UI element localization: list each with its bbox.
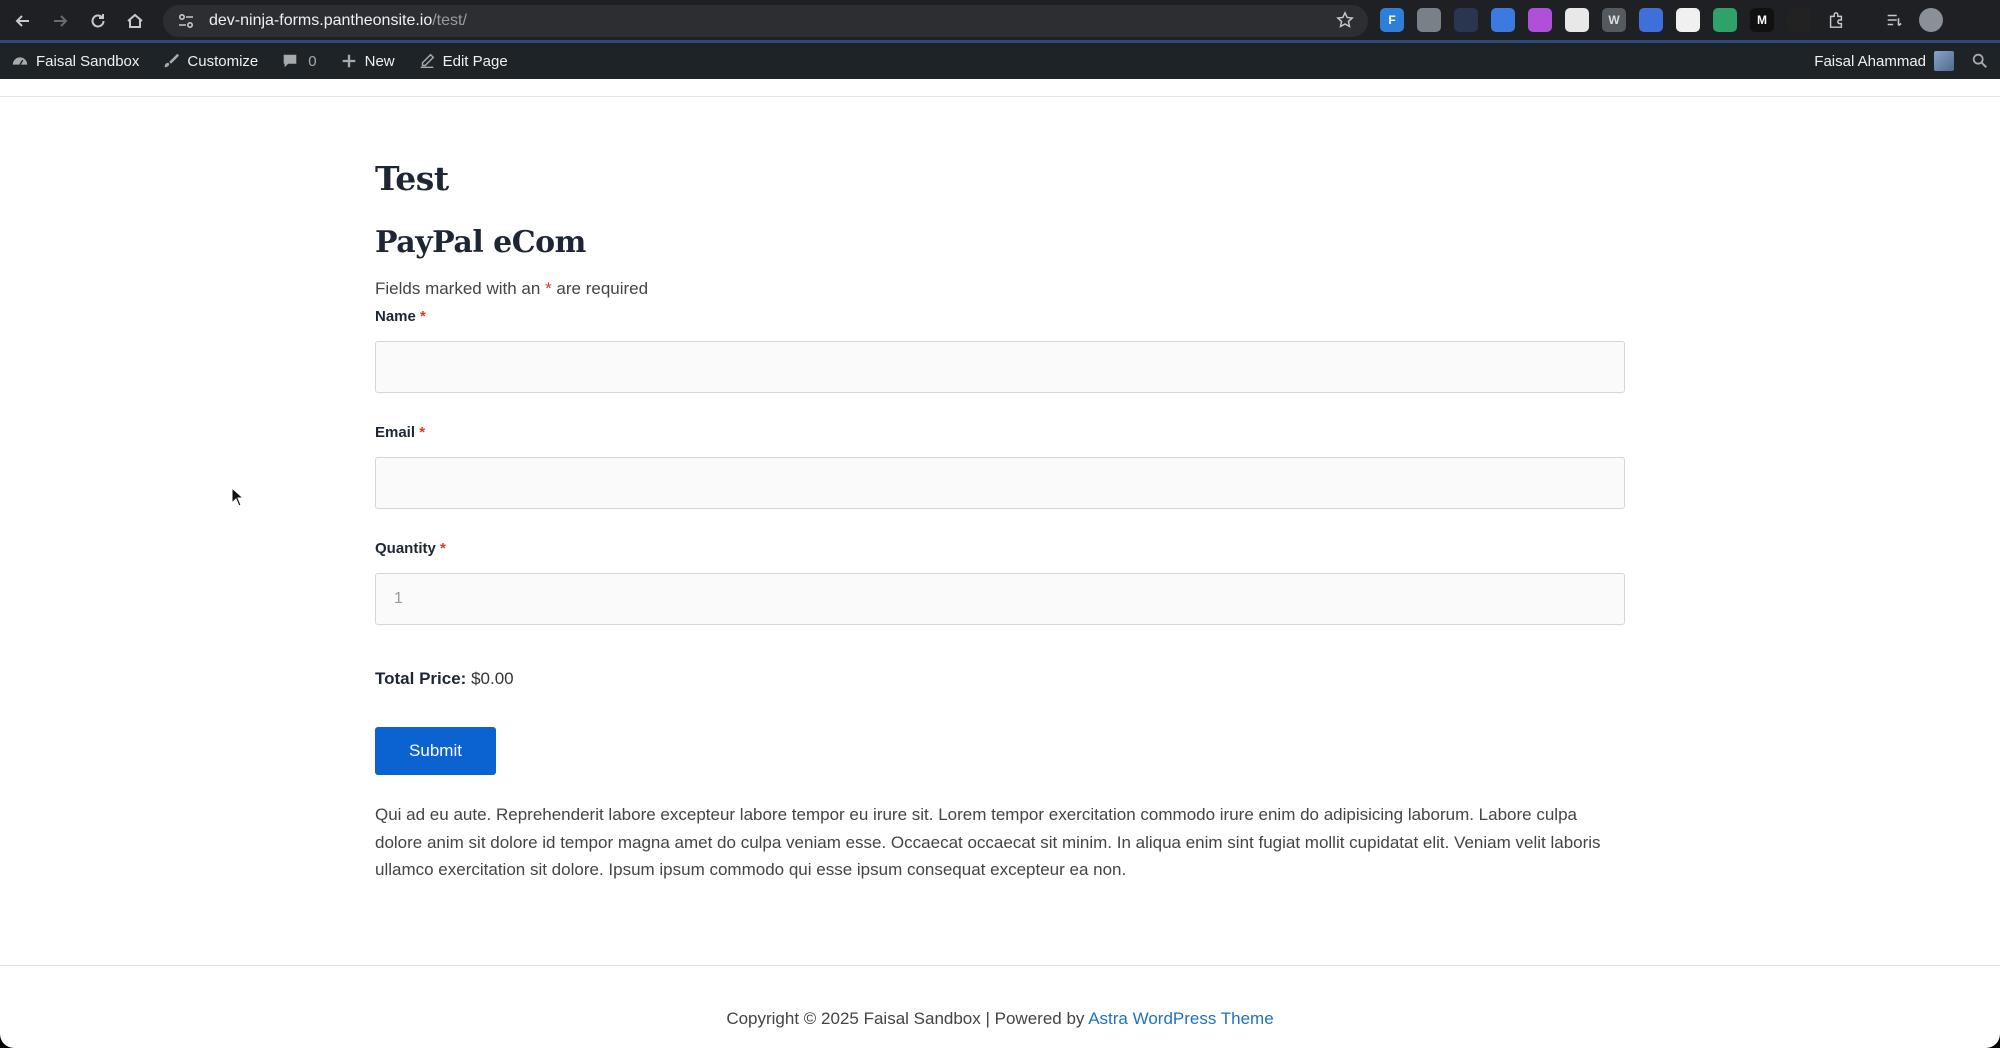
plus-icon	[339, 51, 359, 71]
mouse-cursor-icon	[231, 487, 245, 507]
purple-ext-icon[interactable]	[1528, 8, 1552, 32]
home-button[interactable]	[116, 2, 154, 40]
admin-bar-secondary: Faisal Ahammad	[1806, 43, 2000, 79]
arrow-right-icon	[54, 15, 68, 27]
password-ext-icon[interactable]	[1676, 8, 1700, 32]
quantity-label-text: Quantity	[375, 540, 436, 557]
admin-bar-customize[interactable]: Customize	[153, 43, 266, 79]
wp-admin-bar: Faisal Sandbox Customize 0 New Edit Page…	[0, 43, 2000, 79]
name-label-text: Name	[375, 308, 416, 325]
edit-page-label: Edit Page	[442, 52, 508, 70]
quantity-label: Quantity *	[375, 540, 446, 557]
back-button[interactable]	[4, 2, 42, 40]
email-field-group: Email *	[375, 424, 1625, 509]
bookmark-star-icon[interactable]	[1336, 11, 1354, 34]
address-bar[interactable]: dev-ninja-forms.pantheonsite.io/test/	[163, 5, 1368, 37]
header-divider	[0, 96, 2000, 97]
submit-button[interactable]: Submit	[375, 727, 496, 775]
user-name-label: Faisal Ahammad	[1814, 52, 1926, 70]
new-label: New	[364, 52, 395, 70]
comments-count: 0	[308, 52, 317, 70]
arrow-left-icon	[15, 15, 29, 27]
reload-icon	[91, 14, 105, 28]
site-name-label: Faisal Sandbox	[36, 52, 140, 70]
quantity-input[interactable]	[375, 573, 1625, 625]
total-price: Total Price: $0.00	[375, 669, 975, 689]
admin-bar-edit-page[interactable]: Edit Page	[409, 43, 516, 79]
name-required-star: *	[420, 308, 426, 325]
forward-button[interactable]	[41, 2, 79, 40]
total-price-label: Total Price:	[375, 669, 467, 688]
pencil-icon	[417, 51, 437, 71]
shield-ext-icon[interactable]	[1417, 8, 1441, 32]
total-price-value: $0.00	[471, 669, 514, 688]
comment-bubble-icon	[280, 51, 300, 71]
ninja-forms-ext-icon[interactable]: F	[1380, 8, 1404, 32]
user-avatar	[1934, 51, 1954, 71]
profile-avatar-icon[interactable]	[1919, 8, 1943, 32]
name-label: Name *	[375, 308, 426, 325]
site-settings-icon[interactable]	[175, 10, 197, 32]
dark-ext-icon[interactable]	[1787, 8, 1811, 32]
footer-copyright: Copyright © 2025 Faisal Sandbox | Powere…	[726, 1009, 1089, 1028]
site-footer: Copyright © 2025 Faisal Sandbox | Powere…	[0, 1009, 2000, 1029]
admin-bar-site-name[interactable]: Faisal Sandbox	[0, 43, 147, 79]
email-required-star: *	[419, 424, 426, 441]
translate-ext-icon[interactable]	[1639, 8, 1663, 32]
browser-toolbar: dev-ninja-forms.pantheonsite.io/test/ F W…	[0, 0, 2000, 42]
email-label-text: Email	[375, 424, 416, 441]
url-path: /test/	[432, 12, 467, 29]
admin-bar-search[interactable]	[1962, 43, 2000, 79]
name-field-group: Name *	[375, 308, 1625, 393]
footer-theme-link[interactable]: Astra WordPress Theme	[1088, 1009, 1274, 1028]
footer-divider	[0, 965, 2000, 966]
notes-ext-icon[interactable]	[1565, 8, 1589, 32]
screen-ext-icon[interactable]	[1713, 8, 1737, 32]
m-ext-icon[interactable]: M	[1750, 8, 1774, 32]
required-note-text-before: Fields marked with an	[375, 279, 546, 298]
quantity-field-group: Quantity *	[375, 540, 1625, 625]
puzzle-ext-icon[interactable]	[1824, 8, 1848, 32]
paintbrush-icon	[161, 51, 181, 71]
required-star: *	[545, 279, 552, 298]
required-fields-note: Fields marked with an * are required	[375, 279, 1625, 299]
admin-bar-comments[interactable]: 0	[272, 43, 324, 79]
form-title: PayPal eCom	[375, 225, 586, 260]
admin-bar-new[interactable]: New	[331, 43, 403, 79]
url-host: dev-ninja-forms.pantheonsite.io	[209, 12, 433, 29]
wordpress-ext-icon[interactable]: W	[1602, 8, 1626, 32]
reload-button[interactable]	[79, 2, 117, 40]
body-paragraph: Qui ad eu aute. Reprehenderit labore exc…	[375, 805, 1601, 879]
required-note-text-after: are required	[551, 279, 649, 298]
search-icon	[1970, 51, 1990, 71]
dashboard-icon	[10, 51, 30, 71]
email-label: Email *	[375, 424, 425, 441]
queue-ext-icon[interactable]	[1882, 8, 1906, 32]
admin-bar-my-account[interactable]: Faisal Ahammad	[1806, 43, 1962, 79]
circle-ext-icon[interactable]	[1491, 8, 1515, 32]
arrow-ext-icon[interactable]	[1454, 8, 1478, 32]
quantity-required-star: *	[440, 540, 446, 557]
page-content: Test PayPal eCom Fields marked with an *…	[0, 79, 2000, 1048]
email-input[interactable]	[375, 457, 1625, 509]
name-input[interactable]	[375, 341, 1625, 393]
extensions-toolbar: FWM	[1380, 8, 1943, 32]
customize-label: Customize	[187, 52, 259, 70]
home-icon	[127, 13, 143, 28]
page-title: Test	[375, 159, 449, 198]
